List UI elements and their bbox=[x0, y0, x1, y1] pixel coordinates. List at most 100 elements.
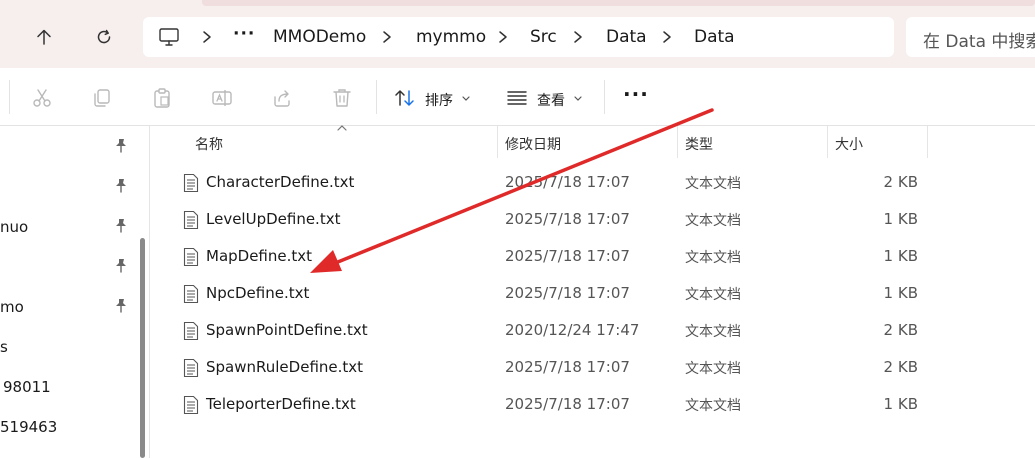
sort-button[interactable]: 排序 bbox=[388, 78, 484, 116]
breadcrumb-item-mmodemo[interactable]: MMODemo bbox=[273, 27, 366, 47]
file-row[interactable]: SpawnPointDefine.txt 2020/12/24 17:47 文本… bbox=[155, 312, 1035, 349]
file-row[interactable]: CharacterDefine.txt 2025/7/18 17:07 文本文档… bbox=[155, 164, 1035, 201]
file-row[interactable]: LevelUpDefine.txt 2025/7/18 17:07 文本文档 1… bbox=[155, 201, 1035, 238]
view-list-icon bbox=[507, 91, 527, 105]
file-name: LevelUpDefine.txt bbox=[206, 210, 341, 228]
column-divider[interactable] bbox=[497, 126, 498, 158]
view-label: 查看 bbox=[537, 93, 565, 109]
file-type: 文本文档 bbox=[685, 398, 741, 414]
file-type: 文本文档 bbox=[685, 361, 741, 377]
file-size: 2 KB bbox=[883, 358, 918, 376]
file-date: 2025/7/18 17:07 bbox=[505, 247, 630, 265]
file-size: 1 KB bbox=[883, 395, 918, 413]
file-name: SpawnRuleDefine.txt bbox=[206, 358, 364, 376]
file-row[interactable]: SpawnRuleDefine.txt 2025/7/18 17:07 文本文档… bbox=[155, 349, 1035, 386]
file-date: 2020/12/24 17:47 bbox=[505, 321, 640, 339]
sort-ascending-icon bbox=[337, 125, 347, 131]
share-button[interactable] bbox=[270, 86, 294, 110]
up-button[interactable] bbox=[29, 22, 59, 52]
column-divider[interactable] bbox=[927, 126, 928, 158]
breadcrumb-item-mymmo[interactable]: mymmo bbox=[416, 27, 486, 47]
file-name: CharacterDefine.txt bbox=[206, 173, 355, 191]
file-size: 1 KB bbox=[883, 210, 918, 228]
address-bar[interactable] bbox=[143, 17, 894, 57]
pin-icon[interactable] bbox=[114, 138, 128, 154]
clipboard-icon bbox=[154, 88, 170, 108]
pin-icon[interactable] bbox=[114, 178, 128, 194]
file-type: 文本文档 bbox=[685, 176, 741, 192]
file-date: 2025/7/18 17:07 bbox=[505, 358, 630, 376]
file-row[interactable]: NpcDefine.txt 2025/7/18 17:07 文本文档 1 KB bbox=[155, 275, 1035, 312]
delete-button[interactable] bbox=[330, 86, 354, 110]
file-type: 文本文档 bbox=[685, 250, 741, 266]
column-header-size[interactable]: 大小 bbox=[835, 134, 863, 154]
scissors-icon bbox=[33, 89, 51, 107]
share-icon bbox=[274, 90, 290, 107]
pin-icon[interactable] bbox=[114, 298, 128, 314]
text-file-icon bbox=[183, 395, 199, 415]
breadcrumb-item-data-current[interactable]: Data bbox=[694, 27, 735, 47]
column-header-date[interactable]: 修改日期 bbox=[505, 134, 561, 154]
toolbar-divider bbox=[376, 80, 377, 114]
toolbar-divider bbox=[604, 80, 605, 114]
sidebar-item-7[interactable]: 98011 bbox=[3, 378, 51, 396]
file-name: NpcDefine.txt bbox=[206, 284, 310, 302]
paste-button[interactable] bbox=[150, 86, 174, 110]
sidebar-item-3[interactable]: nuo bbox=[0, 218, 28, 236]
sidebar-item-6[interactable]: s bbox=[0, 338, 8, 356]
more-options-button[interactable]: ··· bbox=[623, 82, 649, 106]
column-header-type[interactable]: 类型 bbox=[685, 134, 713, 154]
breadcrumb-item-src[interactable]: Src bbox=[530, 27, 557, 47]
sidebar-item-5[interactable]: mo bbox=[0, 298, 24, 316]
search-input[interactable]: 在 Data 中搜索 bbox=[906, 17, 1035, 57]
file-row[interactable]: TeleporterDefine.txt 2025/7/18 17:07 文本文… bbox=[155, 386, 1035, 423]
view-button[interactable]: 查看 bbox=[500, 78, 596, 116]
navigation-pane: nuo mo s 98011 519463 bbox=[0, 126, 150, 458]
sidebar-scrollbar[interactable] bbox=[140, 238, 145, 458]
chevron-right-icon[interactable] bbox=[200, 28, 214, 46]
file-size: 2 KB bbox=[883, 321, 918, 339]
breadcrumb-item-data[interactable]: Data bbox=[606, 27, 647, 47]
text-file-icon bbox=[183, 173, 199, 193]
file-type: 文本文档 bbox=[685, 213, 741, 229]
text-file-icon bbox=[183, 321, 199, 341]
file-size: 1 KB bbox=[883, 284, 918, 302]
cut-button[interactable] bbox=[30, 86, 54, 110]
chevron-right-icon[interactable] bbox=[571, 28, 585, 46]
rename-icon bbox=[212, 90, 232, 106]
file-size: 1 KB bbox=[883, 247, 918, 265]
text-file-icon bbox=[183, 247, 199, 267]
chevron-right-icon[interactable] bbox=[660, 28, 674, 46]
toolbar-divider bbox=[9, 80, 10, 114]
file-type: 文本文档 bbox=[685, 287, 741, 303]
rename-button[interactable] bbox=[210, 86, 234, 110]
copy-button[interactable] bbox=[90, 86, 114, 110]
pin-icon[interactable] bbox=[114, 258, 128, 274]
search-placeholder: 在 Data 中搜索 bbox=[923, 32, 1035, 52]
command-bar: 排序 查看 ··· bbox=[0, 68, 1035, 126]
file-name: MapDefine.txt bbox=[206, 247, 313, 265]
copy-icon bbox=[94, 89, 110, 107]
sidebar-item-8[interactable]: 519463 bbox=[0, 418, 57, 436]
refresh-button[interactable] bbox=[89, 22, 119, 52]
column-divider[interactable] bbox=[827, 126, 828, 158]
file-name: TeleporterDefine.txt bbox=[206, 395, 356, 413]
chevron-right-icon[interactable] bbox=[380, 28, 394, 46]
file-date: 2025/7/18 17:07 bbox=[505, 210, 630, 228]
sort-icon bbox=[395, 90, 414, 106]
file-date: 2025/7/18 17:07 bbox=[505, 284, 630, 302]
pin-icon[interactable] bbox=[114, 218, 128, 234]
refresh-icon bbox=[97, 29, 111, 44]
arrow-up-icon bbox=[37, 29, 51, 45]
tab-strip bbox=[202, 0, 1035, 6]
column-header-name[interactable]: 名称 bbox=[195, 134, 223, 154]
file-date: 2025/7/18 17:07 bbox=[505, 395, 630, 413]
text-file-icon bbox=[183, 284, 199, 304]
chevron-right-icon[interactable] bbox=[496, 28, 510, 46]
file-name: SpawnPointDefine.txt bbox=[206, 321, 368, 339]
this-pc-icon[interactable] bbox=[158, 26, 180, 48]
text-file-icon bbox=[183, 358, 199, 378]
column-divider[interactable] bbox=[677, 126, 678, 158]
breadcrumb-more[interactable]: ··· bbox=[233, 24, 255, 44]
file-row[interactable]: MapDefine.txt 2025/7/18 17:07 文本文档 1 KB bbox=[155, 238, 1035, 275]
